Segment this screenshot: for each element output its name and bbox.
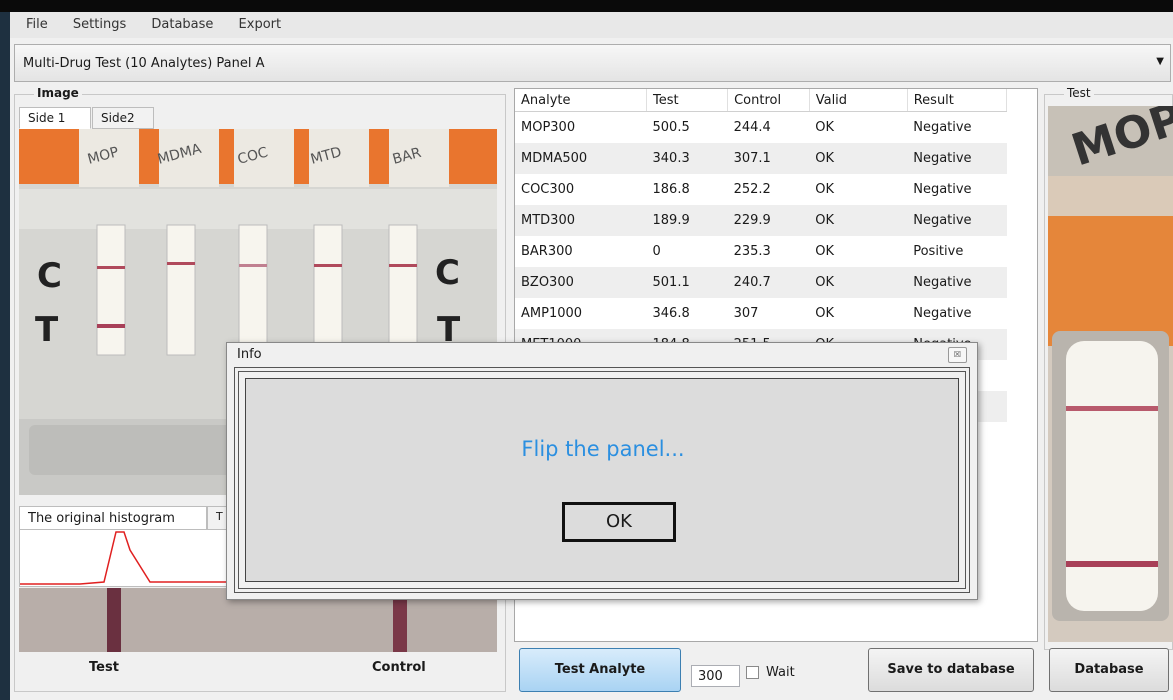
col-analyte[interactable]: Analyte bbox=[515, 89, 648, 112]
cell-result: Negative bbox=[907, 143, 1007, 174]
cell-control: 252.2 bbox=[733, 182, 771, 197]
table-row[interactable]: COC300 186.8 252.2 OK Negative bbox=[515, 174, 1007, 205]
cell-valid: OK bbox=[815, 182, 834, 197]
cell-valid: OK bbox=[815, 306, 834, 321]
col-control[interactable]: Control bbox=[727, 89, 810, 112]
cell-control: 229.9 bbox=[727, 205, 810, 236]
menu-export[interactable]: Export bbox=[227, 17, 282, 32]
cell-control: 307 bbox=[733, 306, 759, 321]
cell-valid: OK bbox=[809, 143, 908, 174]
histogram-plot bbox=[19, 529, 229, 587]
title-bar bbox=[0, 0, 1173, 12]
cell-result: Negative bbox=[907, 267, 1007, 298]
label-t-left: T bbox=[35, 310, 59, 350]
cell-result: Negative bbox=[913, 306, 972, 321]
dialog-body: Flip the panel... OK bbox=[245, 378, 959, 582]
cell-analyte: MTD300 bbox=[515, 205, 647, 236]
cell-result: Positive bbox=[913, 244, 964, 259]
cell-test: 346.8 bbox=[652, 306, 690, 321]
test-label: Test bbox=[89, 660, 119, 675]
panel-select-value: Multi-Drug Test (10 Analytes) Panel A bbox=[23, 56, 265, 71]
cell-valid: OK bbox=[809, 267, 908, 298]
cell-analyte: MOP300 bbox=[521, 120, 576, 135]
dialog-title: Info bbox=[237, 347, 262, 362]
ok-button[interactable]: OK bbox=[562, 502, 676, 542]
label-c-left: C bbox=[37, 256, 62, 296]
cell-valid: OK bbox=[815, 120, 834, 135]
cell-control: 307.1 bbox=[727, 143, 810, 174]
window-edge bbox=[0, 12, 10, 700]
cell-test: 500.5 bbox=[652, 120, 690, 135]
table-header-row: Analyte Test Control Valid Result bbox=[515, 89, 1008, 112]
cell-control: 240.7 bbox=[727, 267, 810, 298]
menu-settings[interactable]: Settings bbox=[61, 17, 126, 32]
test-analyte-button[interactable]: Test Analyte bbox=[519, 648, 681, 692]
cell-test: 340.3 bbox=[646, 143, 728, 174]
cell-result: Negative bbox=[907, 205, 1007, 236]
test-group-title: Test bbox=[1064, 86, 1094, 100]
panel-select[interactable]: Multi-Drug Test (10 Analytes) Panel A ▼ bbox=[14, 44, 1171, 82]
menu-bar: File Settings Database Export bbox=[10, 12, 1173, 38]
table-row[interactable]: BZO300 501.1 240.7 OK Negative bbox=[515, 267, 1007, 298]
strip-photo: MOP bbox=[1048, 106, 1173, 642]
image-group-title: Image bbox=[34, 86, 82, 100]
cell-analyte: BAR300 bbox=[521, 244, 573, 259]
table-row[interactable]: AMP1000 346.8 307 OK Negative bbox=[515, 298, 1007, 329]
chevron-down-icon[interactable]: ▼ bbox=[1156, 56, 1164, 67]
histogram-curve bbox=[20, 531, 228, 585]
cell-test: 0 bbox=[652, 244, 661, 259]
cell-valid: OK bbox=[809, 205, 908, 236]
table-row[interactable]: MOP300 500.5 244.4 OK Negative bbox=[515, 112, 1007, 144]
cell-analyte: MDMA500 bbox=[515, 143, 647, 174]
label-c-right: C bbox=[435, 253, 460, 293]
table-row[interactable]: BAR300 0 235.3 OK Positive bbox=[515, 236, 1007, 267]
dialog-message: Flip the panel... bbox=[521, 437, 685, 461]
control-label: Control bbox=[372, 660, 426, 675]
cell-result: Negative bbox=[913, 182, 972, 197]
cell-control: 244.4 bbox=[733, 120, 771, 135]
wait-checkbox[interactable] bbox=[746, 666, 759, 679]
col-result[interactable]: Result bbox=[907, 89, 1008, 112]
menu-database[interactable]: Database bbox=[139, 17, 213, 32]
col-test[interactable]: Test bbox=[646, 89, 729, 112]
col-valid[interactable]: Valid bbox=[809, 89, 908, 112]
info-dialog: Info ☒ Flip the panel... OK bbox=[226, 342, 978, 600]
cell-valid: OK bbox=[815, 244, 834, 259]
cell-analyte: COC300 bbox=[521, 182, 575, 197]
tab-original-histogram[interactable]: The original histogram bbox=[19, 506, 207, 530]
cell-analyte: AMP1000 bbox=[521, 306, 583, 321]
cell-test: 189.9 bbox=[646, 205, 728, 236]
wait-input[interactable]: 300 bbox=[691, 665, 740, 687]
cell-result: Negative bbox=[913, 120, 972, 135]
strip-image: MOP bbox=[1048, 106, 1173, 642]
table-row[interactable]: MTD300 189.9 229.9 OK Negative bbox=[515, 205, 1007, 236]
cell-analyte: BZO300 bbox=[515, 267, 647, 298]
tab-side-2[interactable]: Side2 bbox=[92, 107, 154, 129]
table-row[interactable]: MDMA500 340.3 307.1 OK Negative bbox=[515, 143, 1007, 174]
menu-file[interactable]: File bbox=[10, 17, 48, 32]
cell-test: 186.8 bbox=[652, 182, 690, 197]
cell-control: 235.3 bbox=[733, 244, 771, 259]
save-to-database-button[interactable]: Save to database bbox=[868, 648, 1034, 692]
tab-side-1[interactable]: Side 1 bbox=[19, 107, 91, 129]
cell-test: 501.1 bbox=[646, 267, 728, 298]
wait-label: Wait bbox=[766, 665, 795, 680]
database-button[interactable]: Database bbox=[1049, 648, 1169, 692]
close-icon[interactable]: ☒ bbox=[948, 347, 967, 363]
